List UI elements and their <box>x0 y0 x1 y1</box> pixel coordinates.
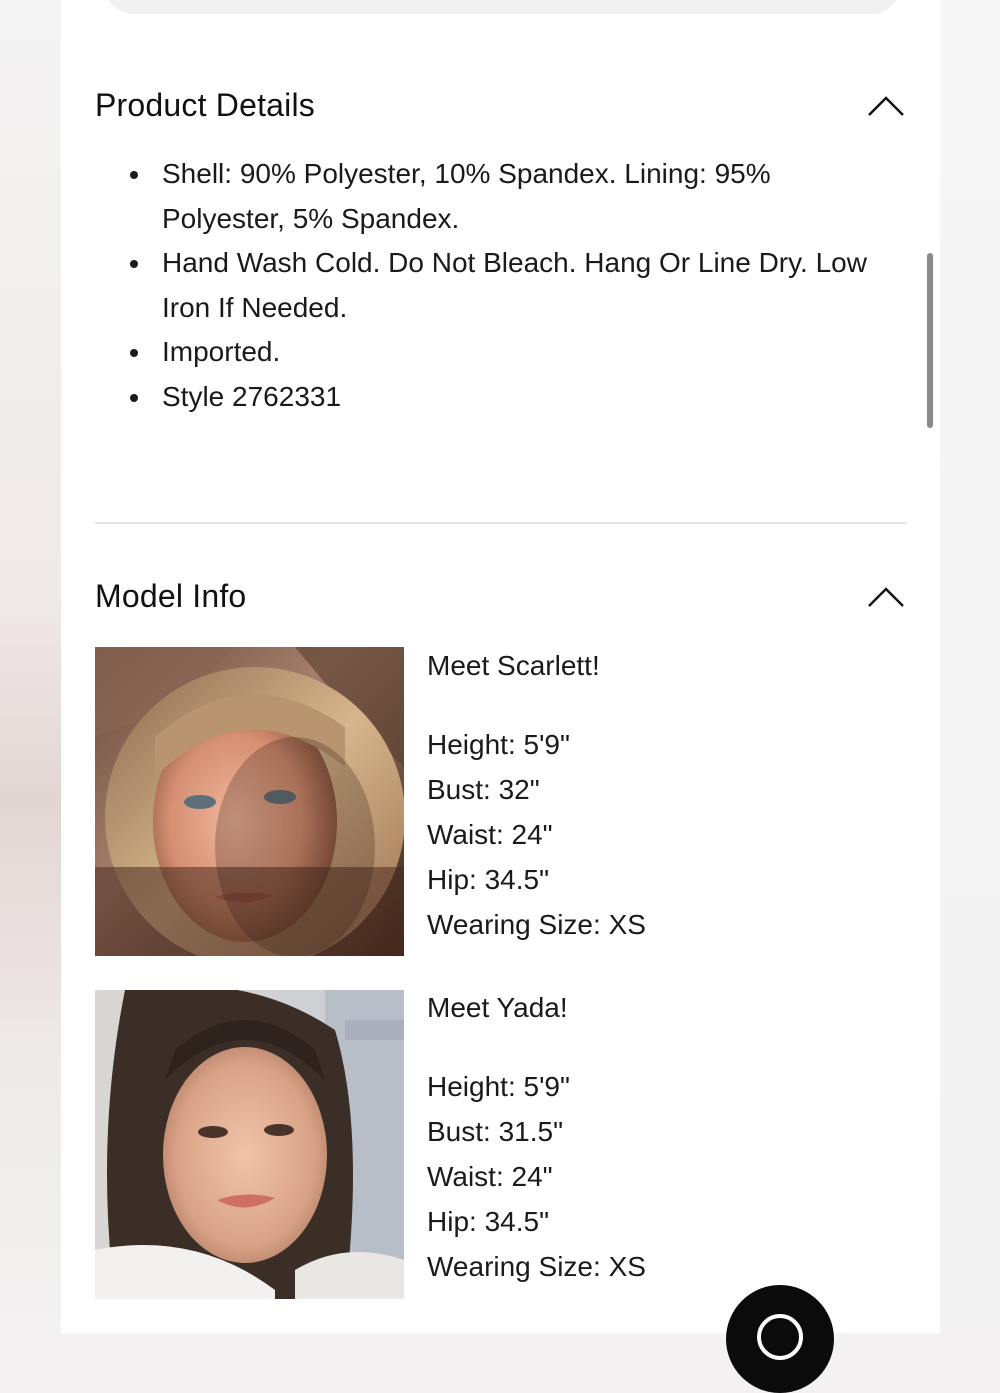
list-item: Style 2762331 <box>95 375 885 420</box>
model-info-yada: Meet Yada! Height: 5'9" Bust: 31.5" Wais… <box>427 985 646 1289</box>
model-intro: Meet Yada! <box>427 992 568 1023</box>
model-waist: Waist: 24" <box>427 819 553 850</box>
model-bust: Bust: 32" <box>427 774 540 805</box>
product-details-list: Shell: 90% Polyester, 10% Spandex. Linin… <box>95 152 885 419</box>
list-item: Imported. <box>95 330 885 375</box>
chevron-up-icon[interactable] <box>867 95 905 117</box>
model-info-title[interactable]: Model Info <box>95 578 246 615</box>
list-item: Shell: 90% Polyester, 10% Spandex. Linin… <box>95 152 885 241</box>
section-divider <box>95 522 907 524</box>
model-photo-yada <box>95 990 404 1299</box>
model-size: Wearing Size: XS <box>427 909 646 940</box>
scrollbar[interactable] <box>927 253 933 428</box>
model-height: Height: 5'9" <box>427 729 570 760</box>
product-details-title[interactable]: Product Details <box>95 87 315 124</box>
chat-icon <box>757 1314 803 1360</box>
chevron-up-icon[interactable] <box>867 586 905 608</box>
background-right <box>940 0 1000 1333</box>
chat-button[interactable] <box>726 1285 834 1393</box>
model-size: Wearing Size: XS <box>427 1251 646 1282</box>
list-item: Hand Wash Cold. Do Not Bleach. Hang Or L… <box>95 241 885 330</box>
background-left <box>0 0 62 1333</box>
model-height: Height: 5'9" <box>427 1071 570 1102</box>
model-waist: Waist: 24" <box>427 1161 553 1192</box>
product-info-panel: Product Details Shell: 90% Polyester, 10… <box>61 0 940 1333</box>
model-intro: Meet Scarlett! <box>427 650 600 681</box>
model-hip: Hip: 34.5" <box>427 864 550 895</box>
model-hip: Hip: 34.5" <box>427 1206 550 1237</box>
model-photo-scarlett <box>95 647 404 956</box>
model-bust: Bust: 31.5" <box>427 1116 564 1147</box>
top-rounded-bar <box>105 0 900 14</box>
model-info-scarlett: Meet Scarlett! Height: 5'9" Bust: 32" Wa… <box>427 643 646 947</box>
